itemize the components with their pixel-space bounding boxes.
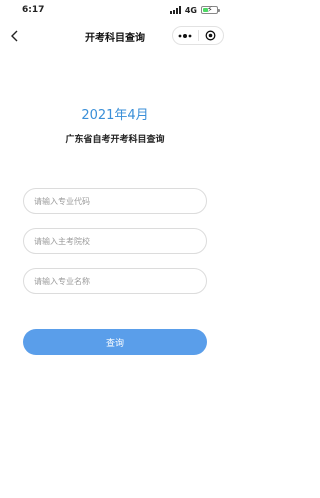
headline-date: 2021年4月 (81, 108, 149, 123)
status-time: 6:17 (22, 5, 45, 15)
major-name-input[interactable] (23, 268, 207, 294)
query-button[interactable]: 查询 (23, 329, 207, 355)
screen: 6:17 4G ⚡ 开考科目查询 2021年4月 广东省自考开考科目查询 请输入… (0, 0, 230, 498)
more-button[interactable] (173, 27, 198, 44)
status-indicators: 4G ⚡ (169, 5, 220, 15)
chevron-left-icon (11, 30, 18, 42)
school-input[interactable] (23, 228, 207, 254)
status-bar: 6:17 4G ⚡ (0, 0, 230, 20)
back-button[interactable] (6, 27, 24, 45)
charging-bolt-icon: ⚡ (207, 5, 213, 14)
page-title: 开考科目查询 (85, 32, 145, 44)
nav-bar: 开考科目查询 (0, 20, 230, 52)
subtitle: 广东省自考开考科目查询 (65, 135, 165, 145)
battery-icon: ⚡ (201, 5, 220, 14)
more-dots-icon (178, 33, 192, 38)
mini-program-capsule (172, 26, 224, 45)
signal-icon (169, 6, 181, 14)
target-close-icon (205, 30, 216, 41)
network-type: 4G (184, 5, 197, 15)
close-button[interactable] (199, 27, 224, 44)
major-code-input[interactable] (23, 188, 207, 214)
